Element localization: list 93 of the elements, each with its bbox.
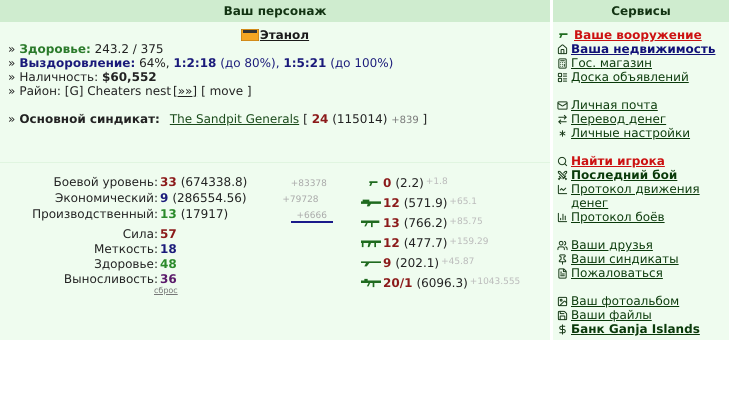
syndicate-stats: [ 24 (115014) +839 ] xyxy=(303,112,428,128)
swords-icon xyxy=(557,170,568,181)
level-label: Экономический: xyxy=(54,190,158,207)
weapon-level: 13 xyxy=(383,215,400,232)
reset-link[interactable]: сброс xyxy=(154,285,178,297)
cash-line: Наличность: $60,552 xyxy=(19,70,157,84)
transfer-icon xyxy=(557,114,568,125)
bullet: » xyxy=(8,84,16,98)
attribute-label: Здоровье: xyxy=(93,256,158,273)
service-link[interactable]: Ваш фотоальбом xyxy=(571,294,680,308)
level-value: 9 xyxy=(160,190,168,207)
level-detail: (17917) xyxy=(180,206,230,223)
level-delta: +79728 xyxy=(282,194,319,207)
level-label: Производственный: xyxy=(31,206,158,223)
service-link[interactable]: Последний бой xyxy=(571,168,678,182)
level-detail: (674338.8) xyxy=(180,174,248,191)
photo-icon xyxy=(557,296,568,307)
mail-icon xyxy=(557,100,568,111)
syndicate-link[interactable]: The Sandpit Generals xyxy=(170,112,300,126)
settings-icon xyxy=(557,128,568,139)
service-link[interactable]: Ваши файлы xyxy=(571,308,652,322)
weapon-delta: +159.29 xyxy=(449,236,488,250)
level-delta: +83378 xyxy=(290,178,327,191)
district-text: Район: [G] Cheaters nest xyxy=(19,84,172,98)
move-link[interactable]: [ move ] xyxy=(201,84,252,98)
bullet: » xyxy=(8,112,16,126)
weapon-level: 9 xyxy=(383,255,392,272)
level-value: 33 xyxy=(160,174,177,191)
badge-icon xyxy=(240,29,259,41)
recovery-line: Выздоровление: 64%, 1:2:18 (до 80%), 1:5:21 (до 100%) xyxy=(19,56,394,70)
weapon-delta: +85.75 xyxy=(449,216,483,230)
service-link[interactable]: Доска объявлений xyxy=(571,70,689,84)
calculator-icon xyxy=(557,58,568,69)
document-icon xyxy=(557,268,568,279)
bullet: » xyxy=(8,56,16,70)
level-label: Боевой уровень: xyxy=(52,174,158,191)
weapon-detail: (571.9) xyxy=(404,195,448,212)
bullet: » xyxy=(8,70,16,84)
service-link[interactable]: Ваше вооружение xyxy=(574,28,702,42)
character-name[interactable]: Этанол xyxy=(260,28,310,42)
attribute-value: 48 xyxy=(160,256,177,273)
health-line: Здоровье: 243.2 / 375 xyxy=(19,42,164,56)
attribute-label: Меткость: xyxy=(92,241,158,258)
panel-title: Сервисы xyxy=(553,0,729,22)
attribute-value: 18 xyxy=(160,241,177,258)
district-link[interactable]: [»»] xyxy=(173,84,198,98)
service-link[interactable]: Ваши друзья xyxy=(571,238,653,252)
syndicate-label: Основной синдикат: xyxy=(19,112,160,126)
service-link[interactable]: Протокол боёв xyxy=(571,210,665,224)
weapon-level: 12 xyxy=(383,235,400,252)
weapon-delta: +1.8 xyxy=(426,176,448,190)
attribute-label: Сила: xyxy=(122,226,158,243)
bullet: » xyxy=(8,42,16,56)
service-link[interactable]: Найти игрока xyxy=(571,154,665,168)
service-link[interactable]: Личные настройки xyxy=(571,126,690,140)
dollar-icon xyxy=(557,324,568,335)
gun-icon xyxy=(361,278,381,288)
weapon-level: 20/1 xyxy=(383,275,412,292)
pin-icon xyxy=(557,254,568,265)
bar-chart-icon xyxy=(557,212,568,223)
weapon-detail: (2.2) xyxy=(395,175,424,192)
board-icon xyxy=(557,72,568,83)
attribute-value: 57 xyxy=(160,226,177,243)
weapon-detail: (766.2) xyxy=(404,215,448,232)
attribute-label: Выносливость: xyxy=(62,271,158,286)
gun-icon xyxy=(361,218,381,228)
level-detail: (286554.56) xyxy=(172,190,248,207)
weapon-delta: +1043.555 xyxy=(470,276,520,290)
line-chart-icon xyxy=(557,184,568,195)
users-icon xyxy=(557,240,568,251)
service-link[interactable]: Банк Ganja Islands xyxy=(571,322,700,336)
level-delta: +6666 xyxy=(290,211,333,223)
gun-icon xyxy=(361,198,381,208)
service-link[interactable]: Гос. магазин xyxy=(571,56,652,70)
house-icon xyxy=(557,44,568,55)
attribute-value: 36 xyxy=(160,271,177,286)
gun-icon xyxy=(361,238,381,248)
service-link[interactable]: Перевод денег xyxy=(571,112,666,126)
service-link[interactable]: Протокол движения денег xyxy=(571,182,725,210)
weapon-delta: +45.87 xyxy=(441,256,474,270)
weapon-detail: (6096.3) xyxy=(416,275,468,292)
weapon-detail: (202.1) xyxy=(395,255,440,272)
weapon-delta: +65.1 xyxy=(449,196,478,210)
service-link[interactable]: Пожаловаться xyxy=(571,266,663,280)
level-value: 13 xyxy=(160,206,177,223)
search-icon xyxy=(557,156,568,167)
service-link[interactable]: Личная почта xyxy=(571,98,658,112)
weapon-detail: (477.7) xyxy=(404,235,448,252)
panel-title: Ваш персонаж xyxy=(0,0,550,22)
service-link[interactable]: Ваши синдикаты xyxy=(571,252,679,266)
service-link[interactable]: Ваша недвижимость xyxy=(571,42,716,56)
weapon-level: 12 xyxy=(383,195,400,212)
weapon-level: 0 xyxy=(383,175,392,192)
